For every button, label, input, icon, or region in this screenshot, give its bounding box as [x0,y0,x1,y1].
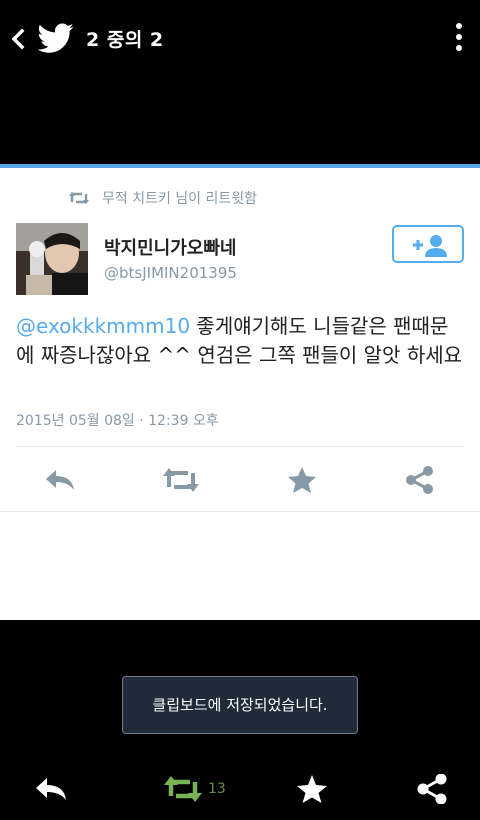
follow-button[interactable] [392,225,464,263]
display-name[interactable]: 박지민니가오빠네 [104,234,236,260]
add-user-icon [413,235,447,257]
tweet-text: @exokkkmmm10 좋게얘기해도 니들같은 팬때문에 짜증나잖아요 ^^ … [16,312,466,370]
retweet-icon [69,192,89,204]
share-icon[interactable] [416,774,448,804]
tweet-card: 무적 치트키 님이 리트윗함 박지민니가오빠네 @btsJIMIN201395 … [0,168,480,620]
reply-icon[interactable] [34,774,68,804]
favorite-star-icon[interactable] [286,466,318,494]
back-chevron-icon[interactable] [6,22,34,56]
divider [16,446,464,447]
tweet-timestamp: 2015년 05월 08일 · 12:39 오후 [16,413,219,429]
bottom-action-bar: 13 [0,760,480,820]
share-icon[interactable] [404,466,436,494]
tweet-actions [0,458,480,502]
divider [0,511,480,512]
reply-icon[interactable] [44,466,76,494]
retweet-count: 13 [208,781,226,797]
retweeted-by-label: 무적 치트키 님이 리트윗함 [102,191,258,207]
top-app-bar: 2 중의 2 [0,0,480,78]
user-handle[interactable]: @btsJIMIN201395 [104,264,237,282]
mention-link[interactable]: @exokkkmmm10 [16,314,190,338]
retweet-icon[interactable] [164,774,202,804]
pager-label: 2 중의 2 [86,29,164,51]
retweet-icon[interactable] [162,466,200,494]
overflow-menu-icon[interactable] [452,20,466,56]
retweeted-by-row: 무적 치트키 님이 리트윗함 [68,188,257,208]
twitter-bird-icon [38,23,74,53]
clipboard-toast: 클립보드에 저장되었습니다. [122,676,358,734]
avatar[interactable] [16,223,88,295]
favorite-star-icon[interactable] [296,774,328,804]
